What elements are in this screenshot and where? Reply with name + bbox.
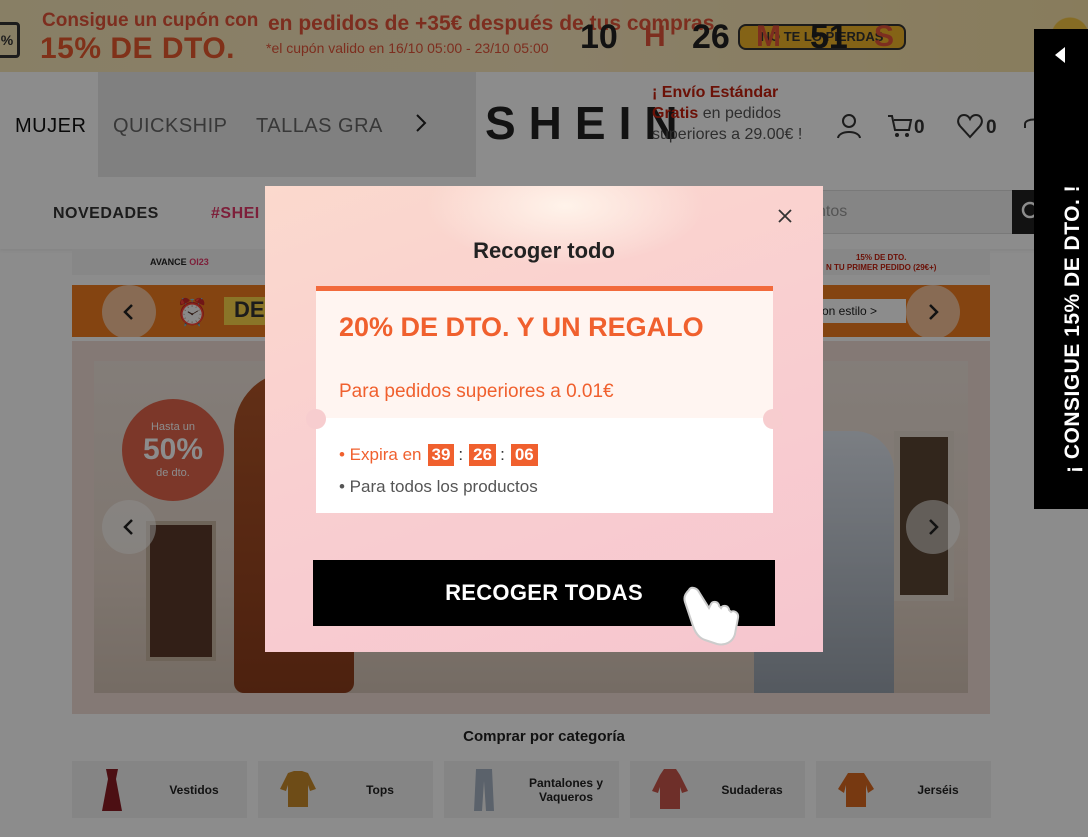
side-coupon-banner[interactable]: ¡ CONSIGUE 15% DE DTO. ! xyxy=(1034,29,1088,509)
side-banner-text: ¡ CONSIGUE 15% DE DTO. ! xyxy=(1061,184,1084,473)
coupon-heading: 20% DE DTO. Y UN REGALO xyxy=(339,312,704,342)
ticket-notch-right xyxy=(763,409,783,429)
coupon-condition: Para pedidos superiores a 0.01€ xyxy=(339,381,614,402)
pointing-hand-icon xyxy=(683,586,740,646)
modal-title: Recoger todo xyxy=(473,238,615,263)
ticket-notch-left xyxy=(306,409,326,429)
close-icon xyxy=(778,209,792,223)
collapse-arrow-icon[interactable] xyxy=(1055,47,1065,63)
coupon-ticket: 20% DE DTO. Y UN REGALO Para pedidos sup… xyxy=(306,286,783,513)
close-button[interactable] xyxy=(775,206,795,226)
expiry-minutes: 26 xyxy=(469,444,497,466)
coupon-expiry: • Expira en 39 : 26 : 06 xyxy=(339,444,538,466)
expiry-hours: 39 xyxy=(427,444,455,466)
coupon-scope: • Para todos los productos xyxy=(339,477,538,496)
expiry-seconds: 06 xyxy=(510,444,538,466)
collect-coupon-modal: Recoger todo 20% DE DTO. Y UN REGALO Par… xyxy=(265,186,823,652)
expiry-label: • Expira en xyxy=(339,445,422,464)
expiry-colon: : xyxy=(458,445,464,464)
expiry-colon: : xyxy=(500,445,505,464)
